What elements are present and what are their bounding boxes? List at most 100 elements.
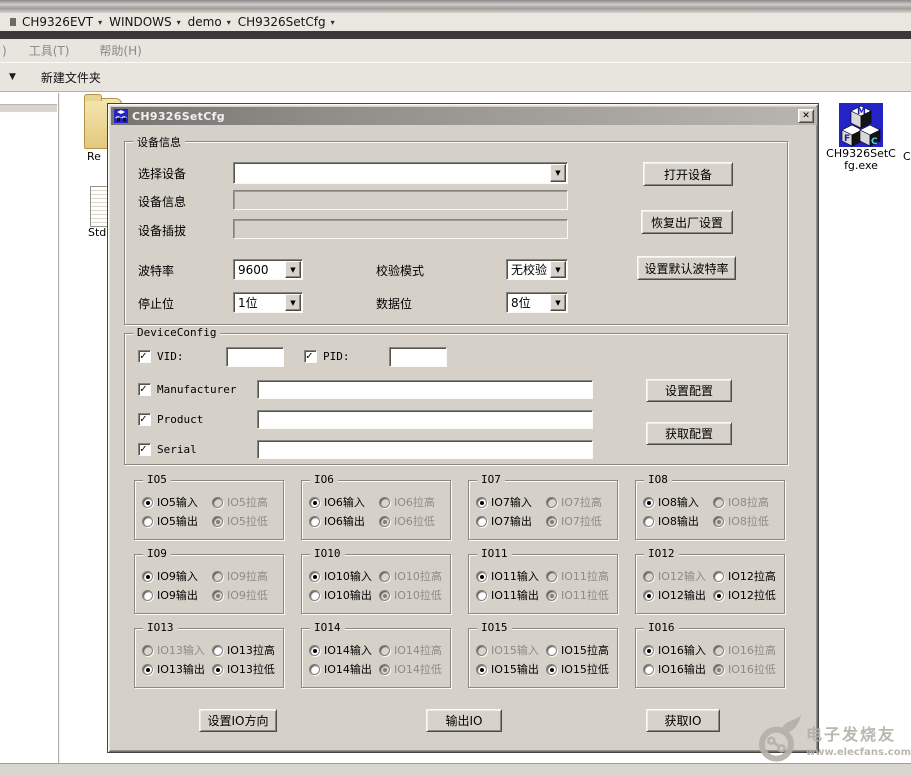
- product-input[interactable]: [257, 410, 593, 429]
- radio-label: IO6拉低: [394, 515, 435, 528]
- set-config-button[interactable]: 设置配置: [646, 379, 732, 402]
- io-group-IO16: IO16 IO16输入 IO16拉高 IO16输出 IO16拉低: [635, 621, 785, 688]
- factory-reset-button[interactable]: 恢复出厂设置: [641, 210, 733, 234]
- stop-bits-combobox[interactable]: 1位 ▼: [233, 292, 303, 313]
- radio-IO5-option-1: IO5拉高: [212, 494, 268, 510]
- radio-label: IO8输入: [658, 496, 699, 509]
- default-baud-button[interactable]: 设置默认波特率: [637, 256, 736, 280]
- svg-text:F: F: [844, 134, 850, 144]
- breadcrumb-item[interactable]: CH9326EVT: [22, 15, 93, 29]
- chevron-down-icon[interactable]: ▼: [550, 294, 566, 311]
- radio-label: IO5拉低: [227, 515, 268, 528]
- chevron-down-icon[interactable]: ▾: [177, 18, 181, 27]
- vid-label: VID:: [157, 350, 184, 363]
- group-label: DeviceConfig: [133, 326, 221, 339]
- chevron-down-icon[interactable]: ▼: [550, 164, 566, 182]
- get-io-button[interactable]: 获取IO: [646, 709, 720, 732]
- radio-IO7-option-0[interactable]: IO7输入: [476, 494, 532, 510]
- chevron-down-icon[interactable]: ▼: [550, 261, 566, 278]
- exe-file-icon[interactable]: M F C CH9326SetC fg.exe: [826, 102, 896, 182]
- radio-IO7-option-2[interactable]: IO7输出: [476, 513, 532, 529]
- pid-input[interactable]: [389, 347, 447, 367]
- breadcrumb-item[interactable]: WINDOWS: [109, 15, 172, 29]
- product-label: Product: [157, 413, 204, 426]
- chevron-down-icon[interactable]: ▾: [98, 18, 102, 27]
- product-checkbox[interactable]: ✓ Product: [138, 412, 204, 426]
- set-io-direction-button[interactable]: 设置IO方向: [199, 709, 277, 732]
- radio-IO13-option-3[interactable]: IO13拉低: [212, 661, 275, 677]
- radio-IO5-option-0[interactable]: IO5输入: [142, 494, 198, 510]
- radio-icon: [476, 589, 487, 601]
- file-label[interactable]: Std: [88, 226, 106, 239]
- chevron-down-icon[interactable]: ▼: [285, 294, 301, 311]
- radio-label: IO16拉高: [728, 644, 776, 657]
- radio-IO15-option-1[interactable]: IO15拉高: [546, 642, 609, 658]
- radio-icon: [309, 589, 320, 601]
- data-bits-combobox[interactable]: 8位 ▼: [506, 292, 568, 313]
- chevron-down-icon[interactable]: ▼: [9, 72, 16, 82]
- file-label[interactable]: Re: [87, 150, 101, 163]
- serial-input[interactable]: [257, 440, 593, 459]
- radio-IO15-option-2[interactable]: IO15输出: [476, 661, 539, 677]
- breadcrumb-item[interactable]: demo: [188, 15, 222, 29]
- radio-IO15-option-3[interactable]: IO15拉低: [546, 661, 609, 677]
- radio-IO16-option-0[interactable]: IO16输入: [643, 642, 706, 658]
- radio-label: IO11输出: [491, 589, 539, 602]
- chevron-down-icon[interactable]: ▼: [285, 261, 301, 278]
- output-io-button[interactable]: 输出IO: [426, 709, 502, 732]
- radio-label: IO11输入: [491, 570, 539, 583]
- close-icon[interactable]: ✕: [798, 109, 814, 123]
- radio-IO10-option-2[interactable]: IO10输出: [309, 587, 372, 603]
- radio-IO13-option-2[interactable]: IO13输出: [142, 661, 205, 677]
- radio-IO12-option-2[interactable]: IO12输出: [643, 587, 706, 603]
- radio-IO16-option-2[interactable]: IO16输出: [643, 661, 706, 677]
- radio-IO9-option-1: IO9拉高: [212, 568, 268, 584]
- get-config-button[interactable]: 获取配置: [646, 422, 732, 445]
- radio-IO8-option-0[interactable]: IO8输入: [643, 494, 699, 510]
- radio-IO13-option-1[interactable]: IO13拉高: [212, 642, 275, 658]
- combobox-value: 9600: [238, 262, 269, 277]
- vid-input[interactable]: [226, 347, 284, 367]
- parity-mode-combobox[interactable]: 无校验 ▼: [506, 259, 568, 280]
- radio-IO6-option-2[interactable]: IO6输出: [309, 513, 365, 529]
- checkbox-icon: ✓: [138, 382, 151, 396]
- window-separator-band: [0, 31, 911, 39]
- chevron-down-icon[interactable]: ▾: [331, 18, 335, 27]
- io-group-IO12: IO12 IO12输入 IO12拉高 IO12输出 IO12拉低: [635, 547, 785, 614]
- menu-help[interactable]: 帮助(H): [99, 42, 141, 59]
- select-device-combobox[interactable]: ▼: [233, 162, 568, 184]
- clipped-icon: [10, 18, 16, 26]
- radio-IO11-option-0[interactable]: IO11输入: [476, 568, 539, 584]
- radio-IO8-option-2[interactable]: IO8输出: [643, 513, 699, 529]
- open-device-button[interactable]: 打开设备: [643, 162, 733, 186]
- radio-icon: [546, 644, 557, 656]
- radio-IO14-option-0[interactable]: IO14输入: [309, 642, 372, 658]
- manufacturer-checkbox[interactable]: ✓ Manufacturer: [138, 382, 236, 396]
- checkbox-icon: ✓: [138, 349, 151, 363]
- radio-icon: [643, 570, 654, 582]
- radio-IO12-option-3[interactable]: IO12拉低: [713, 587, 776, 603]
- chevron-down-icon[interactable]: ▾: [227, 18, 231, 27]
- baud-rate-combobox[interactable]: 9600 ▼: [233, 259, 303, 280]
- radio-IO9-option-2[interactable]: IO9输出: [142, 587, 198, 603]
- io-grid: IO5 IO5输入 IO5拉高 IO5输出 IO5拉低 IO6 IO6输入 IO6拉高 IO6输…: [134, 473, 785, 688]
- radio-IO9-option-0[interactable]: IO9输入: [142, 568, 198, 584]
- pane-divider[interactable]: [58, 93, 60, 763]
- dialog-titlebar[interactable]: CH9326SetCfg ✕: [111, 107, 817, 125]
- breadcrumb-item[interactable]: CH9326SetCfg: [238, 15, 326, 29]
- serial-checkbox[interactable]: ✓ Serial: [138, 442, 197, 456]
- radio-IO5-option-2[interactable]: IO5输出: [142, 513, 198, 529]
- vid-checkbox[interactable]: ✓ VID:: [138, 349, 184, 363]
- radio-IO11-option-2[interactable]: IO11输出: [476, 587, 539, 603]
- radio-IO12-option-1[interactable]: IO12拉高: [713, 568, 776, 584]
- radio-IO6-option-0[interactable]: IO6输入: [309, 494, 365, 510]
- new-folder-button[interactable]: 新建文件夹: [41, 69, 101, 86]
- radio-IO14-option-2[interactable]: IO14输出: [309, 661, 372, 677]
- manufacturer-input[interactable]: [257, 380, 593, 399]
- radio-IO10-option-0[interactable]: IO10输入: [309, 568, 372, 584]
- io-group-IO8: IO8 IO8输入 IO8拉高 IO8输出 IO8拉低: [635, 473, 785, 540]
- radio-icon: [713, 570, 724, 582]
- radio-IO8-option-1: IO8拉高: [713, 494, 769, 510]
- menu-tools[interactable]: 工具(T): [29, 42, 70, 59]
- pid-checkbox[interactable]: ✓ PID:: [304, 349, 350, 363]
